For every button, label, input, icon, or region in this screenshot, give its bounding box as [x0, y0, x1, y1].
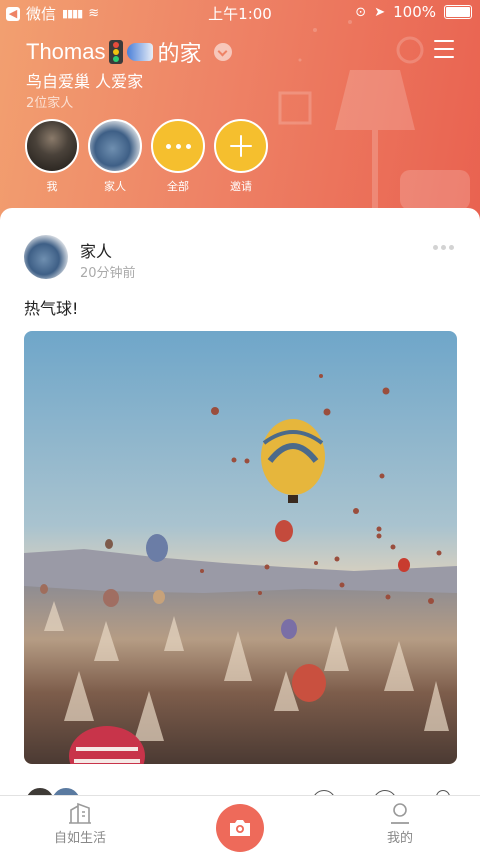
family-name-suffix: 的家 — [157, 41, 202, 66]
member-label: 邀请 — [230, 180, 252, 193]
user-icon — [391, 803, 409, 824]
camera-icon — [230, 820, 250, 836]
post-timestamp: 20分钟前 — [80, 266, 136, 281]
decorative-background — [278, 20, 470, 210]
status-bar: ◀ 微信 ▮▮▮▮ ≋ 上午1:00 ⊙ ➤ 100% — [0, 0, 480, 24]
more-dots-icon — [151, 119, 205, 173]
member-family[interactable]: 家人 — [87, 119, 143, 194]
hot-air-balloons-photo — [24, 331, 457, 764]
member-label: 全部 — [167, 180, 189, 193]
bottom-tab-bar: 自如生活 我的 — [0, 795, 480, 854]
building-icon — [69, 802, 91, 824]
family-header: ◀ 微信 ▮▮▮▮ ≋ 上午1:00 ⊙ ➤ 100% Thomas 的家 鸟自… — [0, 0, 480, 230]
member-label: 我 — [46, 180, 58, 193]
lock-rotation-icon: ⊙ — [355, 4, 367, 20]
menu-icon[interactable] — [434, 40, 454, 58]
member-me[interactable]: 我 — [24, 119, 80, 194]
post-card: 家人 20分钟前 热气球! — [0, 208, 480, 818]
family-motto: 鸟自爱巢 人爱家 — [26, 72, 144, 91]
plus-icon — [214, 119, 268, 173]
tab-label: 自如生活 — [53, 831, 106, 846]
member-list: 我 家人 全部 邀请 — [24, 119, 269, 194]
traffic-light-emoji-icon — [109, 40, 124, 64]
tab-mine[interactable]: 我的 — [360, 802, 440, 846]
avatar — [88, 119, 142, 173]
member-count: 2位家人 — [26, 96, 74, 111]
post-text: 热气球! — [24, 299, 79, 318]
more-options-icon[interactable] — [433, 245, 454, 250]
battery-icon — [444, 5, 472, 19]
all-members-button[interactable]: 全部 — [150, 119, 206, 194]
avatar — [25, 119, 79, 173]
family-name-prefix: Thomas — [26, 39, 106, 64]
location-icon: ➤ — [374, 4, 386, 20]
chevron-down-icon[interactable] — [213, 43, 232, 61]
tab-ziroom-life[interactable]: 自如生活 — [40, 802, 120, 846]
family-switcher[interactable]: Thomas 的家 — [26, 36, 232, 68]
member-label: 家人 — [104, 180, 126, 193]
post-author-name: 家人 — [80, 242, 113, 261]
post-author-avatar[interactable] — [24, 235, 68, 279]
post-photo[interactable] — [24, 331, 457, 764]
battery-percent: 100% — [393, 3, 436, 21]
invite-button[interactable]: 邀请 — [213, 119, 269, 194]
tab-label: 我的 — [386, 831, 413, 846]
bullet-train-emoji-icon — [127, 43, 154, 61]
camera-button[interactable] — [216, 804, 264, 852]
